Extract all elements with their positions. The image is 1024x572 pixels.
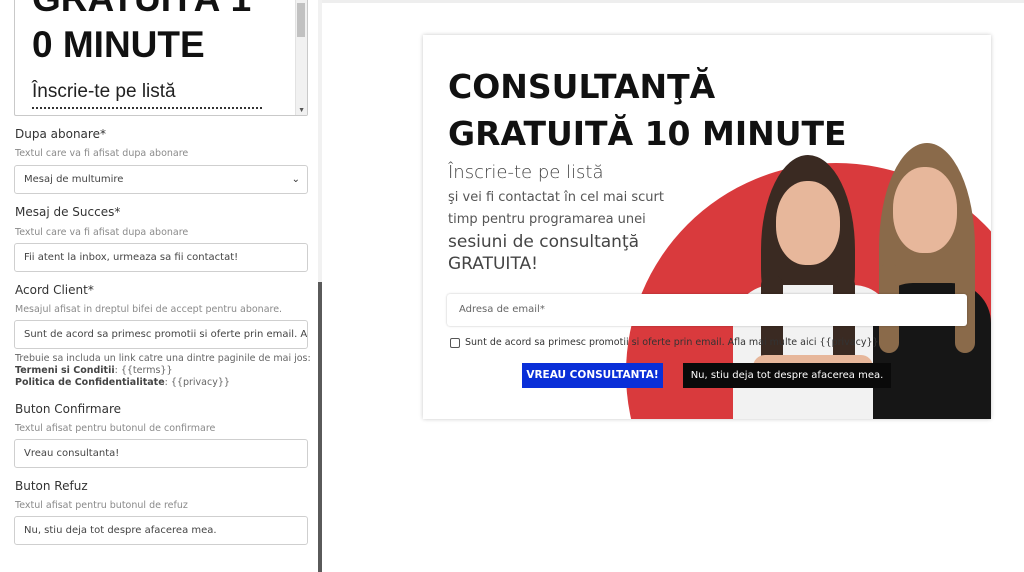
consent-checkbox[interactable]: [450, 337, 460, 348]
privacy-token: : {{privacy}}: [164, 377, 230, 388]
scroll-down-arrow-icon[interactable]: ▼: [298, 107, 305, 115]
confirm-button-input[interactable]: Vreau consultanta!: [14, 439, 308, 468]
consent-text: Sunt de acord sa primesc promotii si ofe…: [465, 337, 879, 348]
after-subscribe-value: Mesaj de multumire: [24, 174, 124, 185]
confirm-button-label: Buton Confirmare: [15, 402, 122, 416]
subheading-line2: şi vei fi contactat în cel mai scurt tim…: [448, 190, 664, 227]
privacy-note: Politica de Confidentialitate: {{privacy…: [15, 377, 230, 388]
title-editor[interactable]: GRATUITĂ 1 0 MINUTE Înscrie-te pe listă …: [14, 0, 308, 116]
chevron-down-icon: ⌄: [291, 174, 300, 185]
after-subscribe-label: Dupa abonare*: [15, 127, 106, 141]
editor-subtitle: Înscrie-te pe listă: [32, 81, 176, 102]
consent-note: Trebuie sa includa un link catre una din…: [15, 353, 311, 364]
privacy-label: Politica de Confidentialitate: [15, 377, 165, 388]
settings-panel: GRATUITĂ 1 0 MINUTE Înscrie-te pe listă …: [0, 0, 322, 572]
refuse-button-help: Textul afisat pentru butonul de refuz: [15, 500, 188, 511]
after-subscribe-select[interactable]: Mesaj de multumire ⌄: [14, 165, 308, 194]
refuse-button-label: Buton Refuz: [15, 479, 88, 493]
editor-title-line2: 0 MINUTE: [32, 24, 205, 65]
terms-note: Termeni si Conditii: {{terms}}: [15, 365, 173, 376]
client-consent-input[interactable]: Sunt de acord sa primesc promotii si ofe…: [14, 320, 308, 349]
email-input[interactable]: Adresa de email*: [447, 294, 967, 326]
headline-line1: CONSULTANŢĂ: [448, 67, 716, 106]
terms-label: Termeni si Conditii: [15, 365, 115, 376]
decline-button[interactable]: Nu, stiu deja tot despre afacerea mea.: [683, 363, 891, 388]
subheading-line1: Înscrie-te pe listă: [448, 162, 604, 183]
terms-token: : {{terms}}: [114, 365, 173, 376]
refuse-button-input[interactable]: Nu, stiu deja tot despre afacerea mea.: [14, 516, 308, 545]
after-subscribe-help: Textul care va fi afisat dupa abonare: [15, 148, 189, 159]
panel-scroll-thumb[interactable]: [318, 282, 322, 572]
success-message-label: Mesaj de Succes*: [15, 205, 121, 219]
editor-title-line1: GRATUITĂ 1: [32, 0, 251, 21]
popup-headline: CONSULTANŢĂ GRATUITĂ 10 MINUTE: [448, 63, 847, 157]
popup-preview: CONSULTANŢĂ GRATUITĂ 10 MINUTE Înscrie-t…: [423, 35, 991, 419]
confirm-button-help: Textul afisat pentru butonul de confirma…: [15, 423, 216, 434]
editor-scrollbar[interactable]: ▼: [295, 0, 307, 115]
success-message-input[interactable]: Fii atent la inbox, urmeaza sa fii conta…: [14, 243, 308, 272]
editor-cut-line: [32, 107, 262, 110]
editor-scroll-thumb[interactable]: [297, 3, 305, 37]
subheading-line3: sesiuni de consultanţă GRATUITA!: [448, 232, 640, 274]
client-consent-help: Mesajul afisat in dreptul bifei de accep…: [15, 304, 283, 315]
success-message-help: Textul care va fi afisat dupa abonare: [15, 227, 189, 238]
client-consent-label: Acord Client*: [15, 283, 94, 297]
headline-line2: GRATUITĂ 10 MINUTE: [448, 114, 847, 153]
primary-cta-button[interactable]: VREAU CONSULTANTA!: [522, 363, 663, 388]
consent-row[interactable]: Sunt de acord sa primesc promotii si ofe…: [450, 337, 879, 348]
